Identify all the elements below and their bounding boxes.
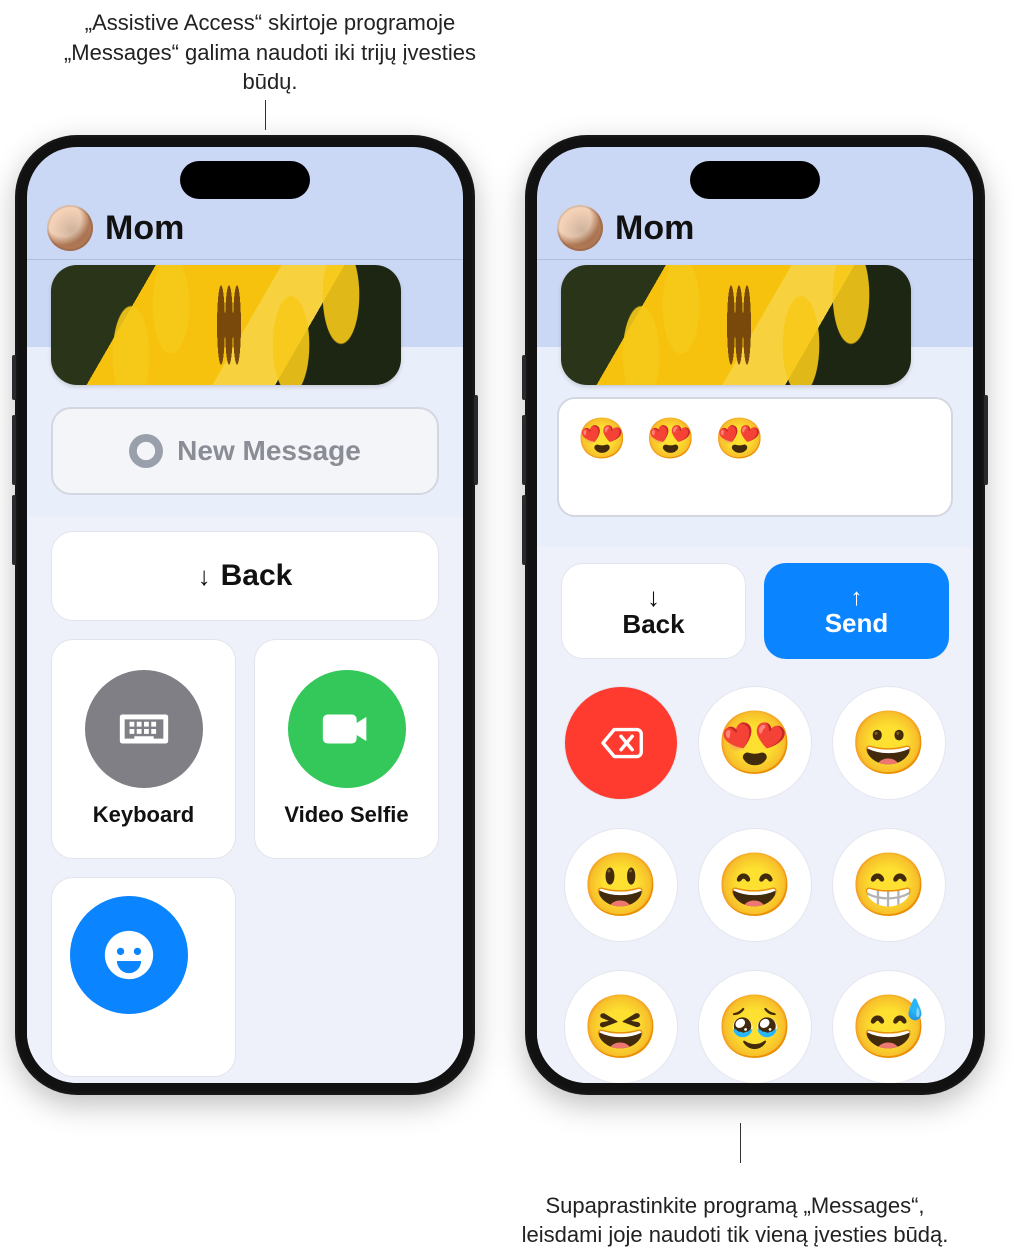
emoji-key[interactable]: 😅: [832, 970, 946, 1083]
keyboard-label: Keyboard: [93, 802, 194, 828]
callout-top: „Assistive Access“ skirtoje programoje „…: [60, 8, 480, 97]
emoji-grid: 😍 😀 😃 😄 😁 😆 🥹 😅: [561, 679, 949, 1083]
callout-bottom: Supaprastinkite programą „Messages“, lei…: [520, 1191, 950, 1250]
emoji-keyboard-panel: ↓ Back ↑ Send 😍: [537, 547, 973, 1083]
received-photo-message[interactable]: [51, 265, 401, 385]
emoji-key[interactable]: 🥹: [698, 970, 812, 1083]
emoji-key[interactable]: 😄: [698, 828, 812, 942]
new-message-field[interactable]: New Message: [51, 407, 439, 495]
callout-bottom-leader: [740, 1123, 741, 1163]
back-label: Back: [622, 611, 684, 638]
input-options-panel: ↓ Back Keyboard Video Selfie: [27, 517, 463, 1083]
delete-icon: [594, 716, 648, 770]
keyboard-icon: [85, 670, 203, 788]
smiley-icon: [70, 896, 188, 1014]
screen-left: Mom New Message ↓ Back: [27, 147, 463, 1083]
received-photo-message[interactable]: [561, 265, 911, 385]
emoji-key[interactable]: 😍: [698, 686, 812, 800]
back-label: Back: [221, 559, 293, 593]
emoji-key[interactable]: 😆: [564, 970, 678, 1083]
header-separator: [537, 259, 973, 260]
phone-right: Mom 😍 😍 😍 ↓ Back ↑ Send: [525, 135, 985, 1095]
video-icon: [288, 670, 406, 788]
screen-right: Mom 😍 😍 😍 ↓ Back ↑ Send: [537, 147, 973, 1083]
video-selfie-label: Video Selfie: [284, 802, 408, 828]
contact-name: Mom: [615, 209, 694, 248]
delete-button[interactable]: [564, 686, 678, 800]
arrow-down-icon: ↓: [198, 561, 211, 592]
arrow-down-icon: ↓: [647, 584, 660, 611]
phone-pair: Mom New Message ↓ Back: [15, 135, 1000, 1095]
dynamic-island: [180, 161, 310, 199]
new-message-placeholder: New Message: [177, 435, 361, 467]
avatar: [557, 205, 603, 251]
phone-left: Mom New Message ↓ Back: [15, 135, 475, 1095]
compose-field[interactable]: 😍 😍 😍: [557, 397, 953, 517]
input-method-grid: Keyboard Video Selfie: [51, 639, 439, 859]
header-separator: [27, 259, 463, 260]
compose-plus-icon: [129, 434, 163, 468]
contact-name: Mom: [105, 209, 184, 248]
emoji-key[interactable]: 😀: [832, 686, 946, 800]
back-button[interactable]: ↓ Back: [561, 563, 746, 659]
back-button[interactable]: ↓ Back: [51, 531, 439, 621]
avatar: [47, 205, 93, 251]
emoji-tile-partial[interactable]: [51, 877, 236, 1077]
dynamic-island: [690, 161, 820, 199]
conversation-header: Mom: [537, 205, 973, 251]
callout-top-leader: [265, 100, 266, 130]
emoji-key[interactable]: 😃: [564, 828, 678, 942]
action-row: ↓ Back ↑ Send: [561, 563, 949, 659]
send-button[interactable]: ↑ Send: [764, 563, 949, 659]
emoji-key[interactable]: 😁: [832, 828, 946, 942]
video-selfie-tile[interactable]: Video Selfie: [254, 639, 439, 859]
send-label: Send: [825, 610, 889, 637]
arrow-up-icon: ↑: [851, 585, 863, 610]
keyboard-tile[interactable]: Keyboard: [51, 639, 236, 859]
conversation-header: Mom: [27, 205, 463, 251]
